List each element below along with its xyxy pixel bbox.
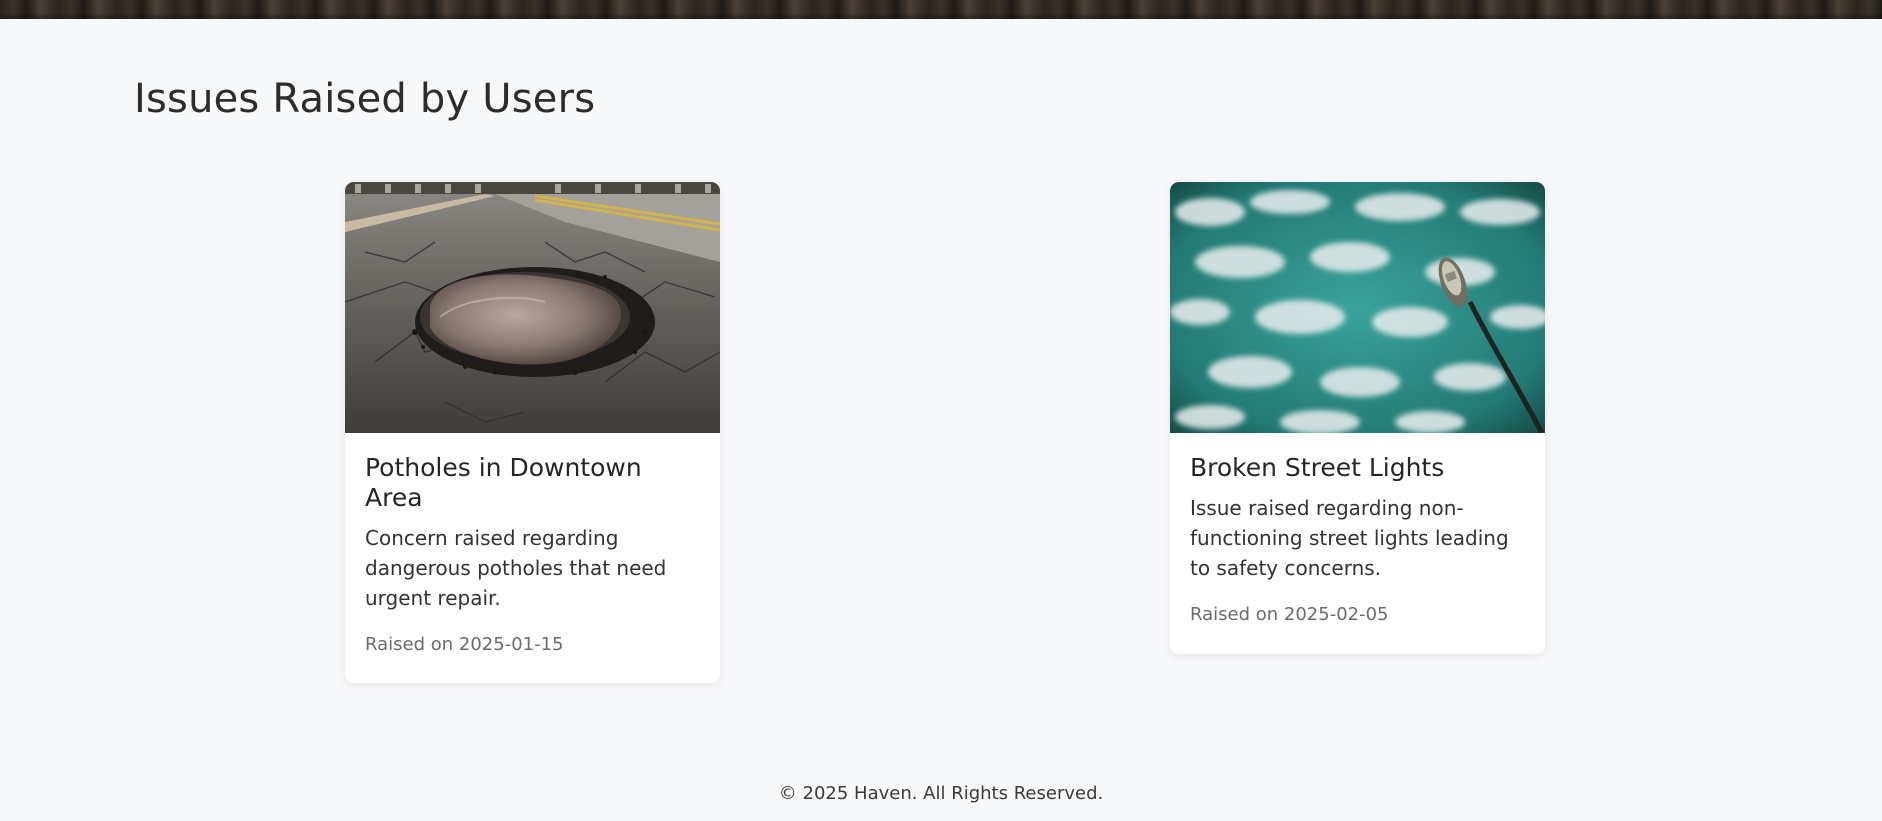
pothole-photo — [345, 182, 720, 433]
issue-description: Concern raised regarding dangerous potho… — [365, 526, 667, 610]
issue-title[interactable]: Potholes in Downtown Area — [365, 453, 700, 513]
issue-card[interactable]: Potholes in Downtown Area Concern raised… — [345, 182, 720, 683]
hero-banner-edge — [0, 0, 1882, 19]
street-light-photo — [1170, 182, 1545, 433]
footer-copyright: © 2025 Haven. All Rights Reserved. — [778, 783, 1104, 804]
issue-card-body: Potholes in Downtown Area Concern raised… — [345, 433, 720, 657]
issue-card[interactable]: Broken Street Lights Issue raised regard… — [1170, 182, 1545, 654]
issue-date: Raised on 2025-02-05 — [1190, 604, 1389, 625]
page-title: Issues Raised by Users — [134, 76, 596, 122]
issue-card-body: Broken Street Lights Issue raised regard… — [1170, 433, 1545, 627]
issue-title[interactable]: Broken Street Lights — [1190, 453, 1525, 483]
issue-date: Raised on 2025-01-15 — [365, 634, 564, 655]
issue-description: Issue raised regarding non-functioning s… — [1190, 496, 1509, 580]
